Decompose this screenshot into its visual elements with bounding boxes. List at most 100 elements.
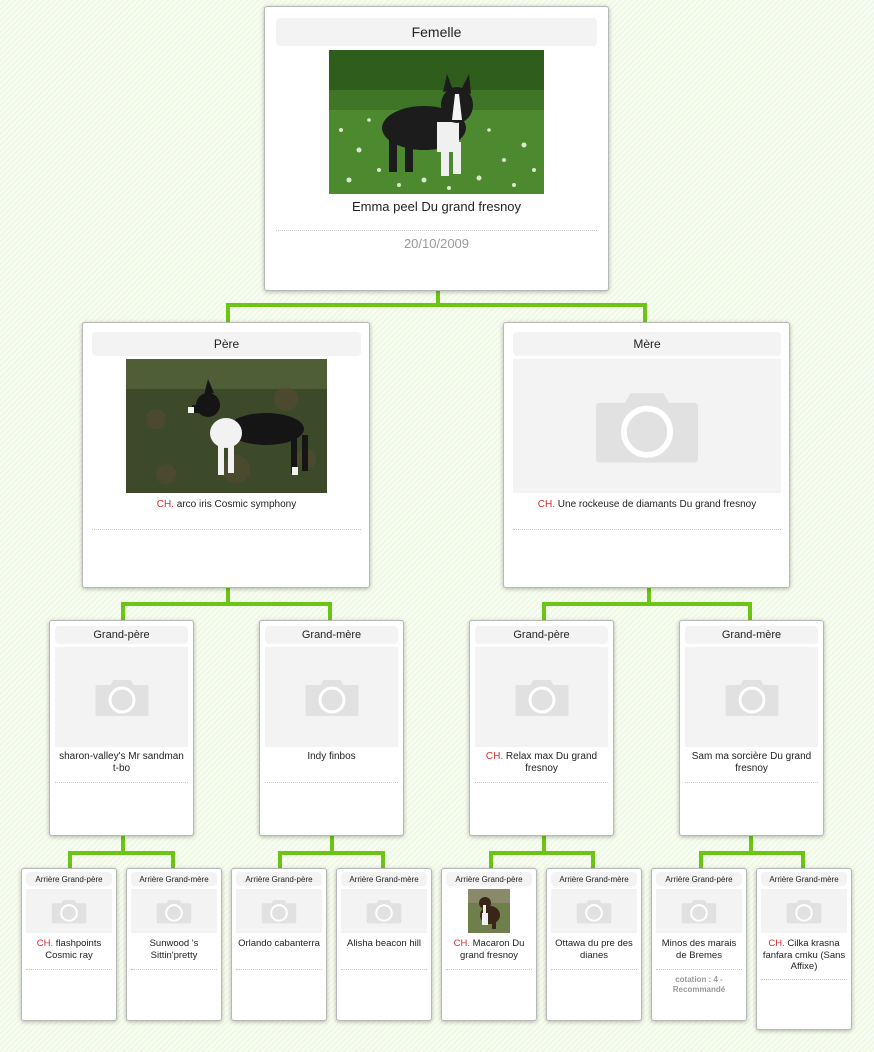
father-label: Père [92,332,361,356]
grandparent-separator [55,782,188,783]
great-grandparent-card[interactable]: Arrière Grand-père Orlando cabanterra [231,868,327,1021]
grandparent-photo-placeholder[interactable] [55,647,188,747]
grandparent-separator [685,782,818,783]
great-grandparent-photo-placeholder[interactable] [761,889,847,933]
grandparent-photo-placeholder[interactable] [475,647,608,747]
connector-gp1 [68,834,175,870]
great-grandparent-photo-placeholder[interactable] [26,889,112,933]
camera-icon [725,680,778,716]
great-grandparent-photo-placeholder[interactable] [131,889,217,933]
father-card[interactable]: Père CH. arco iris Cosmic symphony [82,322,370,588]
great-grandparent-name[interactable]: Alisha beacon hill [341,938,427,950]
camera-icon [681,899,717,924]
grandparent-photo-placeholder[interactable] [685,647,818,747]
camera-icon [595,393,699,463]
mother-label: Mère [513,332,781,356]
mother-name-text: Une rockeuse de diamants Du grand fresno… [557,499,757,510]
great-grandparent-photo-placeholder[interactable] [236,889,322,933]
great-grandparent-separator [551,969,637,970]
camera-icon [51,899,87,924]
champion-prefix: CH. [485,751,504,762]
great-grandparent-name[interactable]: Ottawa du pre des dianes [551,938,637,961]
camera-icon [576,898,612,924]
champion-prefix: CH. [768,938,785,949]
boston-terrier-photo[interactable] [329,50,544,194]
mother-separator [513,529,781,530]
connector-gp2 [278,834,385,870]
great-grandparent-label: Arrière Grand-mère [131,872,217,886]
great-grandparent-name[interactable]: Minos des marais de Bremes [656,938,742,961]
grandparent-name-text: Relax max Du grand fresnoy [505,751,598,775]
connector-gp4 [699,834,805,870]
connector-subject-parents [226,289,647,324]
grandparent-card[interactable]: Grand-mère Indy finbos [259,620,404,836]
grandparent-separator [265,782,398,783]
camera-icon [681,898,717,924]
grandparent-label: Grand-père [475,626,608,644]
camera-icon [366,899,402,924]
father-name[interactable]: CH. arco iris Cosmic symphony [92,499,361,511]
great-grandparent-name[interactable]: CH. Cilka krasna fanfara cmku (Sans Affi… [761,938,847,973]
mother-card[interactable]: Mère CH. Une rockeuse de diamants Du gra… [503,322,790,588]
great-grandparent-card[interactable]: Arrière Grand-père CH. Macaron Du grand f… [441,868,537,1021]
great-grandparent-name[interactable]: CH. Macaron Du grand fresnoy [446,938,532,961]
grandparent-card[interactable]: Grand-mère Sam ma sorcière Du grand fres… [679,620,824,836]
father-name-text: arco iris Cosmic symphony [176,499,297,510]
grandparent-name[interactable]: CH. Relax max Du grand fresnoy [476,751,607,775]
great-grandparent-name[interactable]: Sunwood 's Sittin'pretty [131,938,217,961]
great-grandparent-photo-placeholder[interactable] [551,889,637,933]
great-grandparent-photo-placeholder[interactable] [656,889,742,933]
camera-icon [261,899,297,924]
great-grandparent-name-text: Orlando cabanterra [238,938,320,949]
camera-icon [51,898,87,924]
mother-name[interactable]: CH. Une rockeuse de diamants Du grand fr… [513,499,781,511]
cotation-note: cotation : 4 - Recommandé [672,975,726,994]
subject-separator [276,230,597,231]
grandparent-name[interactable]: sharon-valley's Mr sandman t-bo [56,751,187,775]
champion-prefix: CH. [36,938,54,949]
great-grandparent-name[interactable]: CH. flashpoints Cosmic ray [26,938,112,961]
subject-label: Femelle [276,18,597,46]
boston-terrier-photo[interactable] [126,359,327,493]
great-grandparent-name-text: flashpoints Cosmic ray [45,938,102,961]
camera-icon [786,898,822,924]
great-grandparent-name-text: Sunwood 's Sittin'pretty [149,938,199,961]
grandparent-label: Grand-père [55,626,188,644]
grandparent-name[interactable]: Sam ma sorcière Du grand fresnoy [686,751,817,775]
camera-icon [95,680,148,716]
grandparent-card[interactable]: Grand-père sharon-valley's Mr sandman t-… [49,620,194,836]
great-grandparent-name-text: Macaron Du grand fresnoy [459,938,525,961]
camera-icon [515,680,568,716]
great-grandparent-separator [131,969,217,970]
camera-icon [94,677,150,717]
mother-photo-placeholder[interactable] [513,359,781,493]
grandparent-label: Grand-mère [685,626,818,644]
great-grandparent-separator [446,969,532,970]
champion-prefix: CH. [453,938,470,949]
great-grandparent-card[interactable]: Arrière Grand-père Minos des marais de B… [651,868,747,1021]
great-grandparent-separator [341,969,427,970]
great-grandparent-card[interactable]: Arrière Grand-mère CH. Cilka krasna fanf… [756,868,852,1030]
great-grandparent-name-text: Minos des marais de Bremes [661,938,737,961]
great-grandparent-card[interactable]: Arrière Grand-mère Sunwood 's Sittin'pre… [126,868,222,1021]
great-grandparent-label: Arrière Grand-père [26,872,112,886]
grandparent-card[interactable]: Grand-père CH. Relax max Du grand fresno… [469,620,614,836]
grandparent-separator [475,782,608,783]
subject-card[interactable]: Femelle Emma peel Du grand fresnoy 20/10… [264,6,609,291]
great-grandparent-photo-placeholder[interactable] [341,889,427,933]
grandparent-name[interactable]: Indy finbos [266,751,397,763]
champion-prefix: CH. [537,499,555,510]
great-grandparent-separator [26,969,112,970]
camera-icon [514,677,570,717]
great-grandparent-name[interactable]: Orlando cabanterra [236,938,322,950]
great-grandparent-label: Arrière Grand-mère [341,872,427,886]
great-grandparent-card[interactable]: Arrière Grand-mère Alisha beacon hill [336,868,432,1021]
grandparent-photo-placeholder[interactable] [265,647,398,747]
boston-terrier-photo[interactable] [468,889,510,933]
grandparent-name-text: Indy finbos [307,751,356,762]
great-grandparent-card[interactable]: Arrière Grand-mère Ottawa du pre des dia… [546,868,642,1021]
camera-icon [305,680,358,716]
connector-mother-grandparents [542,586,752,622]
subject-name[interactable]: Emma peel Du grand fresnoy [276,199,597,215]
great-grandparent-card[interactable]: Arrière Grand-père CH. flashpoints Cosmi… [21,868,117,1021]
